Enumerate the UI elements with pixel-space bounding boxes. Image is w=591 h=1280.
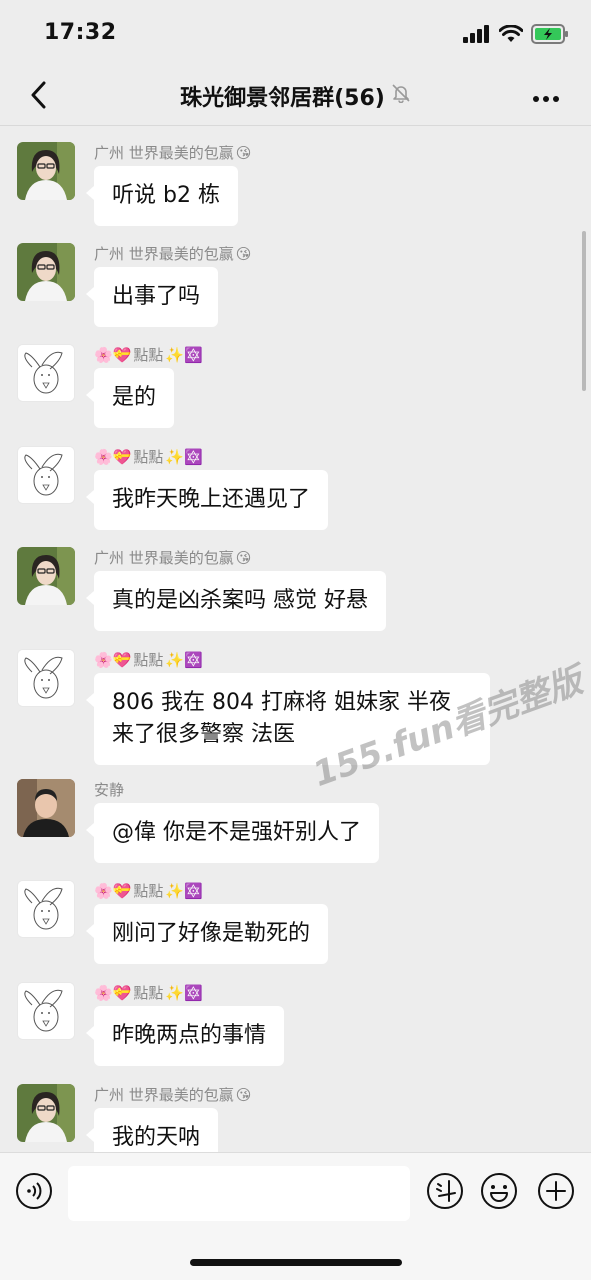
voice-icon [15,1172,53,1214]
status-bar: 17:32 [0,0,591,68]
dou-icon [426,1172,464,1214]
sender-prefix-emoji: 🌸💝 [94,447,132,466]
status-icons [463,24,569,48]
sender-name: 🌸💝 點點 ✨🔯 [94,649,203,670]
sender-emoji: ✨🔯 [165,983,203,1002]
message-bubble[interactable]: 真的是凶杀案吗 感觉 好悬 [86,571,386,631]
sender-name: 广州 世界最美的包赢 😘 [94,142,251,163]
avatar[interactable] [17,547,75,605]
sender-name-text: 广州 世界最美的包赢 [94,549,234,567]
sender-name: 🌸💝 點點 ✨🔯 [94,982,203,1003]
sender-name-text: 安静 [94,781,125,799]
message-bubble[interactable]: 昨晚两点的事情 [85,1006,285,1066]
sender-emoji: 😘 [235,548,252,567]
avatar[interactable] [17,344,75,402]
scrollbar-thumb[interactable] [582,231,586,391]
sender-name: 🌸💝 點點 ✨🔯 [94,344,203,365]
more-dots-icon [532,88,560,107]
sender-name: 广州 世界最美的包赢 😘 [94,547,251,568]
sender-name-text: 广州 世界最美的包赢 [94,1086,234,1104]
chat-title-area: 珠光御景邻居群(56) [0,80,591,112]
message-bubble[interactable]: 我昨天晚上还遇见了 [85,470,329,530]
sender-emoji: ✨🔯 [165,345,203,364]
sender-emoji: ✨🔯 [165,447,203,466]
home-indicator [190,1259,402,1266]
message-bubble[interactable]: 出事了吗 [85,267,219,327]
avatar[interactable] [17,243,75,301]
sender-name-text: 點點 [133,448,164,466]
sender-name: 广州 世界最美的包赢 😘 [94,243,251,264]
sender-emoji: ✨🔯 [165,650,203,669]
signal-icon [463,25,491,47]
sender-emoji: ✨🔯 [165,881,203,900]
avatar[interactable] [17,649,75,707]
sender-prefix-emoji: 🌸💝 [94,650,132,669]
message-bubble[interactable]: 我的天呐 [85,1108,219,1152]
message-bubble[interactable]: @偉 你是不是强奸别人了 [86,803,379,863]
avatar[interactable] [17,880,75,938]
emoji-icon [480,1172,518,1214]
wifi-icon [498,24,524,47]
sender-name-text: 點點 [133,651,164,669]
avatar[interactable] [17,446,75,504]
sender-name-text: 點點 [133,346,164,364]
message-input[interactable] [68,1166,410,1221]
status-time: 17:32 [44,20,117,45]
chat-title: 珠光御景邻居群(56) [180,86,385,111]
sender-name-text: 點點 [133,882,164,900]
message-bubble[interactable]: 806 我在 804 打麻将 姐妹家 半夜来了很多警察 法医 [86,673,490,765]
sender-name-text: 广州 世界最美的包赢 [94,245,234,263]
sender-emoji: 😘 [235,1085,252,1104]
sender-emoji: 😘 [235,143,252,162]
chat-area[interactable]: 广州 世界最美的包赢 😘 听说 b2 栋广州 世界最美的包赢 😘 出事了吗 🌸💝 點點 ✨🔯 是… [0,127,591,1152]
message-bubble[interactable]: 听说 b2 栋 [86,166,238,226]
voice-button[interactable] [15,1172,53,1214]
message-bubble[interactable]: 是的 [85,368,175,428]
emoji-button[interactable] [480,1172,518,1214]
nav-bar: 珠光御景邻居群(56) [0,68,591,126]
battery-icon [531,24,569,48]
sender-name: 安静 [94,779,124,800]
more-button[interactable] [531,82,561,112]
sender-name-text: 广州 世界最美的包赢 [94,144,234,162]
avatar[interactable] [17,1084,75,1142]
sender-name: 广州 世界最美的包赢 😘 [94,1084,251,1105]
sender-prefix-emoji: 🌸💝 [94,345,132,364]
sender-emoji: 😘 [235,244,252,263]
message-bubble[interactable]: 刚问了好像是勒死的 [85,904,329,964]
sender-prefix-emoji: 🌸💝 [94,881,132,900]
plus-circle-icon [537,1172,575,1214]
sender-name: 🌸💝 點點 ✨🔯 [94,880,203,901]
dou-button[interactable] [426,1172,464,1214]
sender-name-text: 點點 [133,984,164,1002]
sender-name: 🌸💝 點點 ✨🔯 [94,446,203,467]
avatar[interactable] [17,779,75,837]
add-button[interactable] [537,1172,575,1214]
avatar[interactable] [17,142,75,200]
sender-prefix-emoji: 🌸💝 [94,983,132,1002]
avatar[interactable] [17,982,75,1040]
bell-slash-icon [391,83,411,109]
